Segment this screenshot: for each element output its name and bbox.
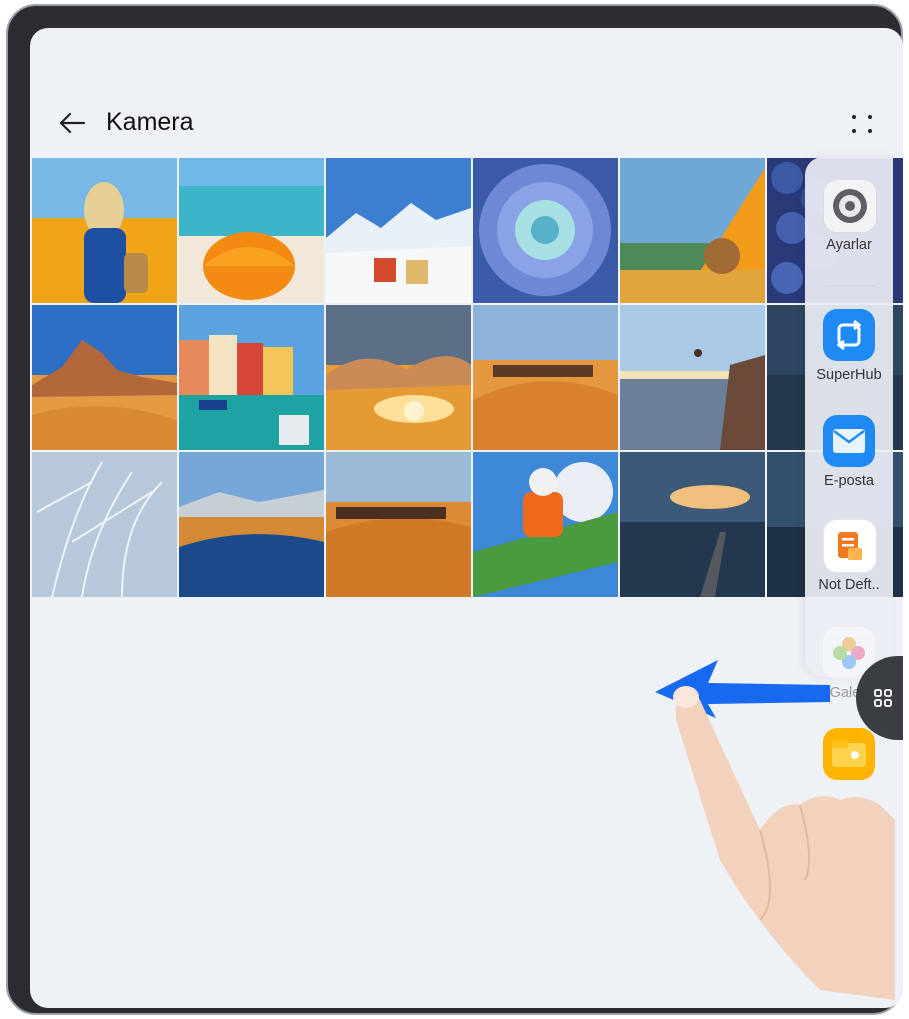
photo-thumbnail[interactable] [473,452,618,597]
screen: Kamera Ayarlar SuperHub E-posta Not Deft… [30,28,903,1008]
dock-app-email[interactable]: E-posta [805,415,893,505]
photo-thumbnail[interactable] [473,158,618,303]
dock-app-superhub[interactable]: SuperHub [805,309,893,399]
photo-thumbnail[interactable] [32,452,177,597]
dock-app-files[interactable] [805,728,893,818]
photo-thumbnail[interactable] [179,452,324,597]
dock-app-settings[interactable]: Ayarlar [805,179,893,269]
photo-thumbnail[interactable] [326,305,471,450]
photo-thumbnail[interactable] [473,305,618,450]
app-header: Kamera [30,28,903,158]
envelope-icon [823,415,875,467]
device-frame: Kamera Ayarlar SuperHub E-posta Not Deft… [6,4,903,1015]
dock-app-notepad[interactable]: Not Deft.. [805,519,893,609]
app-label: E-posta [824,473,874,489]
app-grid-icon [874,689,892,707]
photo-thumbnail[interactable] [179,158,324,303]
photo-thumbnail[interactable] [326,452,471,597]
more-options-button[interactable] [844,108,880,140]
photo-thumbnail[interactable] [620,158,765,303]
photo-thumbnail[interactable] [32,158,177,303]
page-title: Kamera [106,108,194,136]
arrow-left-icon [59,112,86,134]
photo-thumbnail[interactable] [620,305,765,450]
back-button[interactable] [52,106,92,140]
photo-grid [32,158,903,597]
superhub-icon [823,309,875,361]
app-label: SuperHub [816,367,882,383]
photo-thumbnail[interactable] [179,305,324,450]
photo-thumbnail[interactable] [620,452,765,597]
notepad-icon [823,519,877,573]
photo-thumbnail[interactable] [326,158,471,303]
settings-gear-icon [823,179,877,233]
app-label: Not Deft.. [818,577,880,593]
photo-thumbnail[interactable] [32,305,177,450]
files-folder-icon [823,728,875,780]
dock-divider [825,285,875,287]
app-label: Ayarlar [826,237,872,253]
side-dock: Ayarlar SuperHub E-posta Not Deft.. Gale… [805,157,893,701]
